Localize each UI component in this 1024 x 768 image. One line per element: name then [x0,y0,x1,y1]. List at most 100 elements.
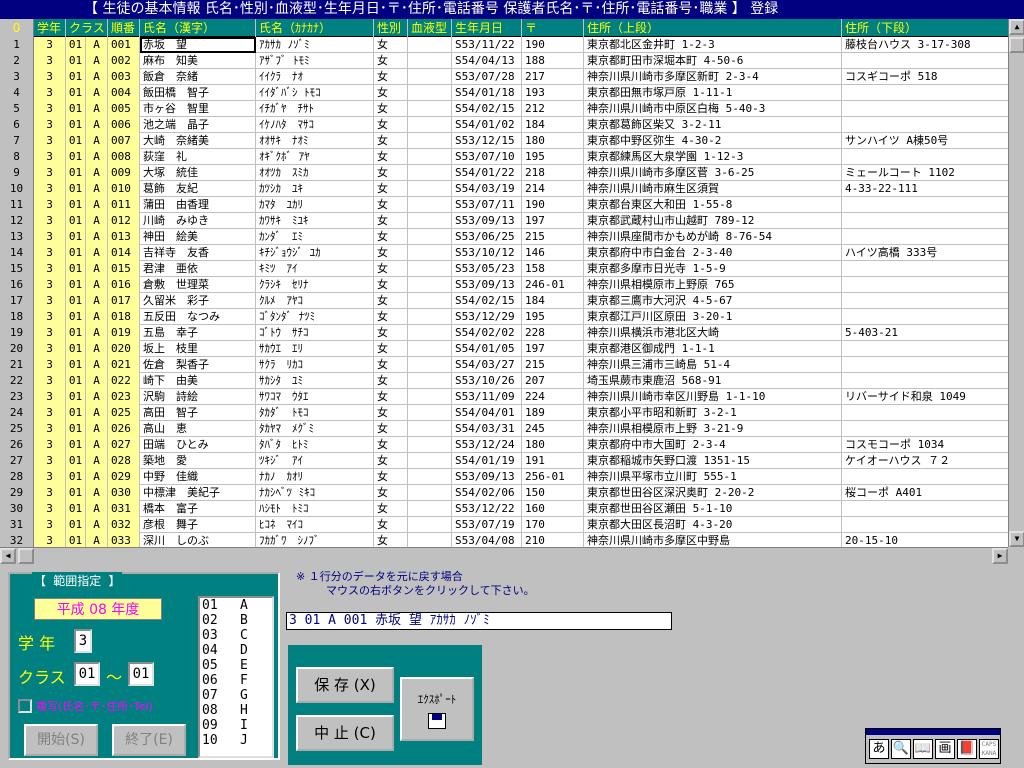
table-cell[interactable]: S53/12/15 [452,133,522,149]
table-cell[interactable]: A [86,533,108,547]
table-cell[interactable]: A [86,37,108,53]
table-cell[interactable]: 女 [374,213,408,229]
table-cell[interactable]: 01 [66,213,86,229]
table-cell[interactable]: 大塚 統佳 [140,165,256,181]
table-cell[interactable]: S54/02/15 [452,293,522,309]
table-cell[interactable]: ｻｶｳｴ ｴﾘ [256,341,374,357]
table-cell[interactable]: 女 [374,165,408,181]
table-cell[interactable]: 013 [108,229,140,245]
table-row[interactable]: 20 3 01 A 020 坂上 枝里 ｻｶｳｴ ｴﾘ女 S54/01/05 197 東京都港区御… [0,341,1008,357]
table-cell[interactable]: 020 [108,341,140,357]
table-cell[interactable]: A [86,245,108,261]
table-cell[interactable]: A [86,421,108,437]
student-data-grid[interactable]: 0 学年 クラス 順番 氏名（漢字） 氏名（ｶﾅｶﾅ） 性別 血液型 生年月日〒住所（上段） 住所… [0,19,1008,547]
search-icon[interactable]: 🔍 [891,739,911,759]
table-cell[interactable]: 東京都府中市白金台 2-3-40 [584,245,842,261]
table-cell[interactable]: 市ヶ谷 智里 [140,101,256,117]
table-cell[interactable]: 016 [108,277,140,293]
table-cell[interactable]: A [86,117,108,133]
column-header[interactable]: 氏名（ｶﾅｶﾅ） [256,19,374,37]
table-row[interactable]: 30 3 01 A 031 橋本 富子 ﾊｼﾓﾄ ﾄﾐｺ女 S53/12/22 160 東京都世田… [0,501,1008,517]
table-cell[interactable] [408,229,452,245]
table-row[interactable]: 1 3 01 A 001 赤坂 望ｱｶｻｶ ﾉｿﾞﾐ女 S53/11/22 190 東京都北区金… [0,37,1008,53]
table-cell[interactable]: 東京都多摩市日光寺 1-5-9 [584,261,842,277]
table-cell[interactable]: 5-403-21 [842,325,1008,341]
table-row[interactable]: 14 3 01 A 014 吉祥寺 友香 ｷﾁｼﾞｮｳｼﾞ ﾕｶ女 S53/10/12 146 東… [0,245,1008,261]
table-row[interactable]: 21 3 01 A 021 佐倉 梨香子 ｻｸﾗ ﾘｶｺ女 S54/03/27 215 神奈川県三… [0,357,1008,373]
table-cell[interactable]: 女 [374,421,408,437]
table-cell[interactable]: 3 [34,421,66,437]
table-cell[interactable]: ｶﾜｻｷ ﾐﾕｷ [256,213,374,229]
table-cell[interactable]: S54/04/13 [452,53,522,69]
table-cell[interactable]: 神奈川県川崎市中原区白梅 5-40-3 [584,101,842,117]
table-cell[interactable]: A [86,165,108,181]
table-cell[interactable] [408,277,452,293]
table-cell[interactable]: 女 [374,197,408,213]
table-cell[interactable]: 神奈川県横浜市港北区大崎 [584,325,842,341]
vertical-scrollbar[interactable]: ▲ ▼ [1008,19,1024,547]
table-cell[interactable]: 01 [66,85,86,101]
table-cell[interactable]: 20-15-10 [842,533,1008,547]
table-cell[interactable]: コスモコーポ 1034 [842,437,1008,453]
table-cell[interactable]: 女 [374,389,408,405]
table-cell[interactable]: 012 [108,213,140,229]
table-cell[interactable]: ｲｲｸﾗ ﾅｵ [256,69,374,85]
table-cell[interactable] [408,469,452,485]
table-cell[interactable] [408,453,452,469]
table-cell[interactable]: 中標津 美紀子 [140,485,256,501]
table-cell[interactable]: 01 [66,341,86,357]
table-cell[interactable]: 033 [108,533,140,547]
table-cell[interactable]: 女 [374,53,408,69]
dictionary-icon[interactable]: 📖 [913,739,933,759]
table-cell[interactable]: 赤坂 望 [140,37,256,53]
table-cell[interactable]: 高山 恵 [140,421,256,437]
table-cell[interactable]: 3 [34,453,66,469]
table-cell[interactable]: A [86,229,108,245]
table-cell[interactable]: 女 [374,245,408,261]
table-cell[interactable]: S53/12/29 [452,309,522,325]
table-cell[interactable] [842,293,1008,309]
grade-input[interactable]: 3 [74,629,92,653]
table-cell[interactable]: ｶﾝﾀﾞ ｴﾐ [256,229,374,245]
table-cell[interactable]: 倉敷 世理菜 [140,277,256,293]
table-cell[interactable]: 030 [108,485,140,501]
table-row[interactable]: 25 3 01 A 026 高山 恵ﾀｶﾔﾏ ﾒｸﾞﾐ女 S54/03/31 245 神奈川県相… [0,421,1008,437]
table-cell[interactable]: S53/09/13 [452,213,522,229]
table-cell[interactable]: A [86,469,108,485]
table-row[interactable]: 3 3 01 A 003 飯倉 奈緒 ｲｲｸﾗ ﾅｵ女 S53/07/28 217 神奈川県川崎市… [0,69,1008,85]
table-cell[interactable]: リバーサイド和泉 1049 [842,389,1008,405]
table-cell[interactable]: 女 [374,501,408,517]
start-button[interactable]: 開始(S) [24,724,98,756]
table-cell[interactable]: 188 [522,53,584,69]
table-cell[interactable]: A [86,85,108,101]
table-cell[interactable] [408,101,452,117]
table-cell[interactable] [408,85,452,101]
table-cell[interactable] [408,245,452,261]
table-cell[interactable]: 215 [522,357,584,373]
table-cell[interactable]: 01 [66,133,86,149]
table-row[interactable]: 18 3 01 A 018 五反田 なつみ ｺﾞﾀﾝﾀﾞ ﾅﾂﾐ女 S53/12/29 195 東… [0,309,1008,325]
table-cell[interactable]: S53/10/12 [452,245,522,261]
ime-toolbar[interactable]: あ 🔍 📖 画 📕 CAPS KANA [865,728,1001,764]
class-list-item[interactable]: 10 J [200,733,272,748]
table-cell[interactable]: 01 [66,53,86,69]
table-cell[interactable]: 008 [108,149,140,165]
horizontal-scroll-thumb[interactable] [18,548,34,564]
table-cell[interactable]: ﾋｺﾈ ﾏｲｺ [256,517,374,533]
table-cell[interactable]: 01 [66,293,86,309]
table-cell[interactable]: 3 [34,149,66,165]
table-cell[interactable]: 210 [522,533,584,547]
table-cell[interactable]: 3 [34,101,66,117]
table-cell[interactable]: 3 [34,53,66,69]
class-list-item[interactable]: 04 D [200,643,272,658]
table-cell[interactable]: 160 [522,501,584,517]
table-cell[interactable]: 神奈川県川崎市多摩区中野島 [584,533,842,547]
column-header[interactable]: 学年 [34,19,66,37]
table-cell[interactable]: 003 [108,69,140,85]
table-cell[interactable]: 017 [108,293,140,309]
table-cell[interactable]: 150 [522,485,584,501]
horizontal-scrollbar[interactable]: ◀ ▶ [0,547,1008,564]
table-cell[interactable]: 01 [66,149,86,165]
table-cell[interactable]: 神奈川県川崎市麻生区須賀 [584,181,842,197]
table-cell[interactable]: 01 [66,373,86,389]
